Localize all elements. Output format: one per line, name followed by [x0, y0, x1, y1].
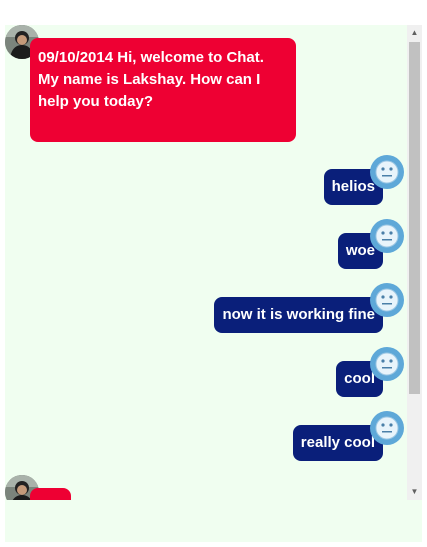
message-text: helios [331, 178, 375, 195]
chat-scrollbar[interactable]: ▲ ▼ [407, 25, 422, 500]
agent-message-bubble [30, 488, 71, 500]
chevron-down-icon[interactable]: ▼ [407, 484, 422, 500]
smiley-face-icon [370, 219, 404, 253]
chevron-up-icon[interactable]: ▲ [407, 25, 422, 41]
user-message-bubble: now it is working fine [214, 297, 383, 333]
smiley-face-icon [370, 411, 404, 445]
message-text: really cool [300, 434, 375, 451]
smiley-face-icon [370, 283, 404, 317]
message-text: now it is working fine [222, 306, 375, 323]
chat-panel: 09/10/2014 Hi, welcome to Chat. My name … [5, 25, 422, 542]
chat-message-list[interactable]: 09/10/2014 Hi, welcome to Chat. My name … [5, 25, 407, 500]
smiley-face-icon [370, 155, 404, 189]
message-date: 09/10/2014 [38, 49, 114, 66]
agent-message-bubble: 09/10/2014 Hi, welcome to Chat. My name … [30, 38, 296, 142]
scrollbar-thumb[interactable] [409, 42, 420, 394]
smiley-face-icon [370, 347, 404, 381]
